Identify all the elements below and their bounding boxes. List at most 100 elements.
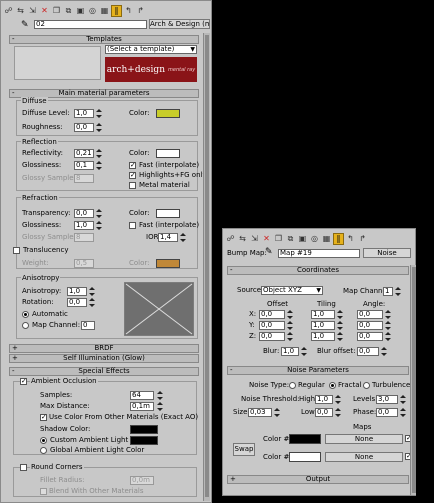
angle-x-spinner[interactable] bbox=[385, 310, 391, 319]
show-end-result-icon[interactable]: ‖ bbox=[333, 232, 344, 245]
reflectivity-spinner[interactable] bbox=[96, 149, 102, 158]
levels-field[interactable]: 3,0 bbox=[376, 395, 398, 404]
blur-offset-spinner[interactable] bbox=[381, 347, 387, 356]
use-color-checkbox[interactable]: ✓ bbox=[40, 414, 47, 421]
ior-spinner[interactable] bbox=[180, 233, 186, 242]
offset-z-field[interactable]: 0,0 bbox=[259, 332, 285, 341]
go-to-parent-icon[interactable]: ↰ bbox=[345, 233, 356, 245]
custom-ambient-swatch[interactable] bbox=[130, 436, 158, 445]
copy-material-icon[interactable]: ❐ bbox=[273, 233, 284, 245]
color1-swatch[interactable] bbox=[289, 434, 321, 444]
offset-x-field[interactable]: 0,0 bbox=[259, 310, 285, 319]
angle-y-spinner[interactable] bbox=[385, 321, 391, 330]
coords-map-channel-field[interactable]: 1 bbox=[383, 287, 393, 296]
assign-material-icon[interactable]: ⇲ bbox=[249, 233, 260, 245]
diffuse-level-field[interactable]: 1,0 bbox=[74, 109, 94, 118]
show-end-result-icon[interactable]: ‖ bbox=[111, 4, 122, 17]
swap-button[interactable]: Swap bbox=[233, 443, 255, 456]
regular-radio[interactable] bbox=[289, 382, 296, 389]
template-select[interactable]: (Select a template) ▼ bbox=[105, 45, 197, 54]
refr-samples-field[interactable]: 8 bbox=[74, 233, 94, 242]
put-to-library-icon[interactable]: ▣ bbox=[75, 5, 86, 17]
color1-map-button[interactable]: None bbox=[325, 434, 403, 444]
reset-map-icon[interactable]: ✕ bbox=[39, 5, 50, 17]
get-material-icon[interactable]: ☍ bbox=[225, 233, 236, 245]
tiling-x-spinner[interactable] bbox=[337, 310, 343, 319]
eyedropper-icon[interactable]: ✎ bbox=[265, 247, 273, 257]
phase-field[interactable]: 0,0 bbox=[376, 408, 398, 417]
refr-fast-checkbox[interactable] bbox=[129, 222, 136, 229]
custom-ambient-radio[interactable] bbox=[40, 437, 47, 444]
put-to-scene-icon[interactable]: ⇆ bbox=[15, 5, 26, 17]
highlights-fg-checkbox[interactable]: ✓ bbox=[129, 172, 136, 179]
tiling-z-spinner[interactable] bbox=[337, 332, 343, 341]
coords-map-channel-spinner[interactable] bbox=[395, 287, 401, 296]
roughness-field[interactable]: 0,0 bbox=[74, 123, 94, 132]
size-spinner[interactable] bbox=[274, 408, 280, 417]
go-forward-icon[interactable]: ↱ bbox=[135, 5, 146, 17]
make-unique-icon[interactable]: ⧉ bbox=[63, 5, 74, 17]
tiling-y-field[interactable]: 1,0 bbox=[311, 321, 335, 330]
material-type-button[interactable]: Arch & Design (mi) bbox=[149, 19, 210, 29]
turbulence-radio[interactable] bbox=[363, 382, 370, 389]
refl-fast-checkbox[interactable]: ✓ bbox=[129, 162, 136, 169]
round-corners-checkbox[interactable] bbox=[20, 464, 27, 471]
show-map-icon[interactable]: ▦ bbox=[321, 233, 332, 245]
material-name-field[interactable]: 02 bbox=[34, 20, 147, 29]
offset-z-spinner[interactable] bbox=[287, 332, 293, 341]
anisotropy-field[interactable]: 1,0 bbox=[67, 287, 87, 296]
ao-samples-spinner[interactable] bbox=[157, 391, 163, 400]
offset-y-spinner[interactable] bbox=[287, 321, 293, 330]
copy-material-icon[interactable]: ❐ bbox=[51, 5, 62, 17]
material-id-icon[interactable]: ◎ bbox=[87, 5, 98, 17]
right-scrollbar[interactable] bbox=[410, 265, 416, 495]
blur-offset-field[interactable]: 0,0 bbox=[357, 347, 379, 356]
go-forward-icon[interactable]: ↱ bbox=[357, 233, 368, 245]
get-material-icon[interactable]: ☍ bbox=[3, 5, 14, 17]
transparency-field[interactable]: 0,0 bbox=[74, 209, 94, 218]
map-channel-radio[interactable] bbox=[22, 322, 29, 329]
fillet-radius-field[interactable]: 0,0m bbox=[130, 476, 154, 485]
phase-spinner[interactable] bbox=[400, 408, 406, 417]
angle-x-field[interactable]: 0,0 bbox=[357, 310, 383, 319]
global-ambient-radio[interactable] bbox=[40, 447, 47, 454]
max-distance-field[interactable]: 0,1m bbox=[130, 402, 154, 411]
source-select[interactable]: Object XYZ ▼ bbox=[261, 286, 323, 295]
ior-field[interactable]: 1,4 bbox=[158, 233, 178, 242]
automatic-radio[interactable] bbox=[22, 311, 29, 318]
metal-material-checkbox[interactable] bbox=[129, 182, 136, 189]
tiling-z-field[interactable]: 1,0 bbox=[311, 332, 335, 341]
high-field[interactable]: 1,0 bbox=[315, 395, 333, 404]
size-field[interactable]: 0,03 bbox=[248, 408, 272, 417]
diffuse-level-spinner[interactable] bbox=[96, 109, 102, 118]
ambient-occlusion-checkbox[interactable]: ✓ bbox=[20, 378, 27, 385]
refl-glossiness-spinner[interactable] bbox=[96, 161, 102, 170]
blend-materials-checkbox[interactable] bbox=[40, 488, 47, 495]
angle-z-spinner[interactable] bbox=[385, 332, 391, 341]
high-spinner[interactable] bbox=[335, 395, 341, 404]
shadow-color-swatch[interactable] bbox=[130, 425, 158, 434]
brdf-rollout[interactable]: + BRDF bbox=[9, 344, 199, 353]
fractal-radio[interactable] bbox=[329, 382, 336, 389]
eyedropper-icon[interactable]: ✎ bbox=[21, 20, 29, 30]
put-to-scene-icon[interactable]: ⇆ bbox=[237, 233, 248, 245]
refl-samples-field[interactable]: 8 bbox=[74, 174, 94, 183]
special-effects-rollout[interactable]: - Special Effects bbox=[9, 367, 199, 376]
anisotropy-spinner[interactable] bbox=[89, 287, 95, 296]
aniso-map-channel-field[interactable]: 0 bbox=[81, 321, 95, 330]
templates-rollout[interactable]: - Templates bbox=[9, 35, 199, 44]
show-map-icon[interactable]: ▦ bbox=[99, 5, 110, 17]
max-distance-spinner[interactable] bbox=[157, 402, 163, 411]
assign-material-icon[interactable]: ⇲ bbox=[27, 5, 38, 17]
offset-x-spinner[interactable] bbox=[287, 310, 293, 319]
low-spinner[interactable] bbox=[335, 408, 341, 417]
color2-map-button[interactable]: None bbox=[325, 452, 403, 462]
low-field[interactable]: 0,0 bbox=[315, 408, 333, 417]
self-illumination-rollout[interactable]: + Self Illumination (Glow) bbox=[9, 354, 199, 363]
refl-color-swatch[interactable] bbox=[156, 149, 180, 158]
reset-map-icon[interactable]: ✕ bbox=[261, 233, 272, 245]
noise-params-rollout[interactable]: - Noise Parameters bbox=[227, 366, 409, 375]
reflectivity-field[interactable]: 0,21 bbox=[74, 149, 94, 158]
coordinates-rollout[interactable]: - Coordinates bbox=[227, 266, 409, 275]
rotation-spinner[interactable] bbox=[89, 298, 95, 307]
